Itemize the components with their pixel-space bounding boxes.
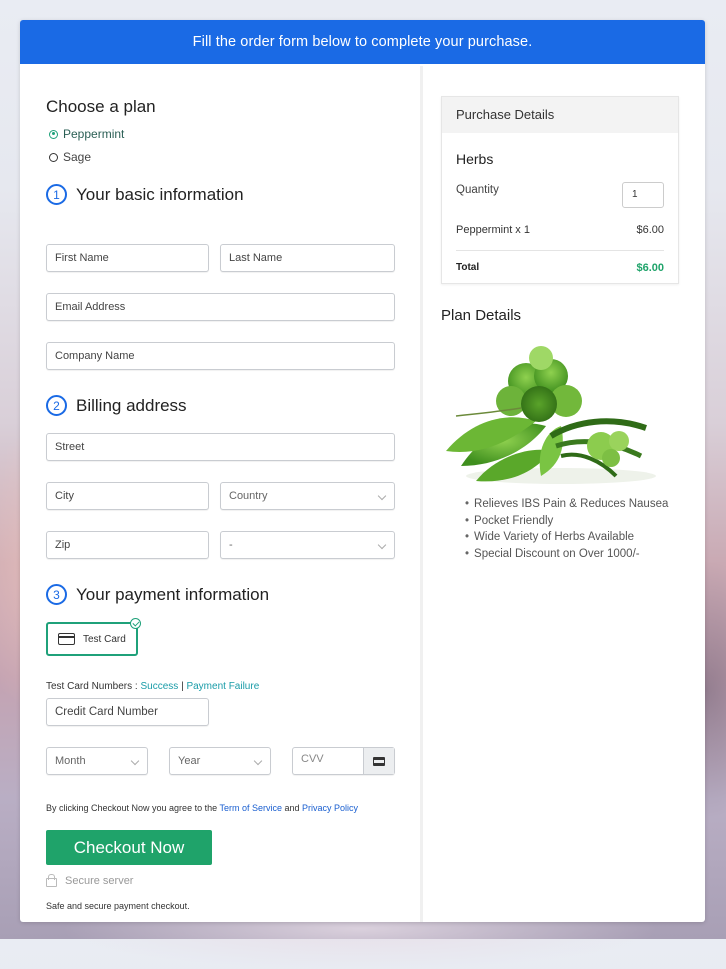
radio-selected-icon — [49, 129, 58, 139]
product-name: Herbs — [456, 151, 494, 167]
purchase-details-heading: Purchase Details — [442, 97, 678, 133]
city-input[interactable]: City — [46, 482, 209, 510]
secure-server-note: Secure server — [46, 874, 134, 887]
step-number-icon: 2 — [46, 395, 67, 416]
safe-checkout-text: Safe and secure payment checkout. — [46, 901, 190, 911]
credit-card-icon — [58, 633, 75, 645]
agreement-prefix: By clicking Checkout Now you agree to th… — [46, 803, 218, 813]
zip-input[interactable]: Zip — [46, 531, 209, 559]
company-name-input[interactable]: Company Name — [46, 342, 395, 370]
plan-feature: Special Discount on Over 1000/- — [465, 546, 668, 563]
test-card-numbers: Test Card Numbers : Success | Payment Fa… — [46, 681, 259, 692]
payment-failure-link[interactable]: Payment Failure — [186, 681, 259, 692]
quantity-input[interactable]: 1 — [622, 182, 664, 208]
chevron-down-icon — [253, 756, 263, 766]
section-title: Your basic information — [76, 184, 244, 204]
plan-option-label: Peppermint — [63, 127, 125, 141]
test-card-numbers-label: Test Card Numbers : — [46, 681, 138, 692]
payment-method-test-card[interactable]: Test Card — [46, 618, 141, 656]
section-title: Your payment information — [76, 584, 270, 604]
cvv-card-icon — [363, 748, 394, 774]
payment-info-heading: 3 Your payment information — [46, 584, 269, 605]
total-amount: $6.00 — [636, 262, 664, 274]
step-number-icon: 3 — [46, 584, 67, 605]
state-select[interactable]: - — [220, 531, 395, 559]
month-select[interactable]: Month — [46, 747, 148, 775]
plan-feature: Pocket Friendly — [465, 513, 668, 530]
plan-option-peppermint[interactable]: Peppermint — [49, 127, 124, 141]
plan-features-list: Relieves IBS Pain & Reduces Nausea Pocke… — [465, 496, 668, 562]
chevron-down-icon — [377, 540, 387, 550]
cvv-input[interactable]: CVV — [292, 747, 395, 775]
terms-of-service-link[interactable]: Term of Service — [219, 803, 282, 813]
herbs-image — [446, 346, 656, 484]
section-title: Billing address — [76, 395, 187, 415]
chevron-down-icon — [377, 491, 387, 501]
cvv-placeholder: CVV — [301, 753, 324, 765]
total-row: Total $6.00 — [456, 262, 664, 274]
state-select-value: - — [229, 539, 233, 551]
payment-method-label: Test Card — [83, 633, 126, 645]
agreement-and: and — [284, 803, 300, 813]
column-divider — [420, 66, 423, 922]
privacy-policy-link[interactable]: Privacy Policy — [302, 803, 358, 813]
success-link[interactable]: Success — [140, 681, 178, 692]
email-input[interactable]: Email Address — [46, 293, 395, 321]
first-name-input[interactable]: First Name — [46, 244, 209, 272]
last-name-input[interactable]: Last Name — [220, 244, 395, 272]
credit-card-number-input[interactable]: Credit Card Number — [46, 698, 209, 726]
quantity-label: Quantity — [456, 184, 499, 196]
plan-option-sage[interactable]: Sage — [49, 150, 91, 164]
summary-divider — [456, 250, 664, 251]
billing-address-heading: 2 Billing address — [46, 395, 187, 416]
secure-server-label: Secure server — [65, 875, 134, 887]
choose-plan-heading: Choose a plan — [46, 97, 156, 116]
plan-option-label: Sage — [63, 150, 92, 164]
year-select[interactable]: Year — [169, 747, 271, 775]
plan-feature: Relieves IBS Pain & Reduces Nausea — [465, 496, 668, 513]
year-select-value: Year — [178, 755, 201, 767]
month-select-value: Month — [55, 755, 86, 767]
agreement-text: By clicking Checkout Now you agree to th… — [46, 803, 358, 813]
plan-details-heading: Plan Details — [441, 307, 522, 324]
form-banner: Fill the order form below to complete yo… — [20, 20, 705, 64]
line-item-price: $6.00 — [636, 224, 664, 236]
basic-info-heading: 1 Your basic information — [46, 184, 244, 205]
checkmark-icon — [130, 618, 141, 629]
radio-unselected-icon — [49, 152, 58, 162]
lock-icon — [46, 874, 57, 887]
line-item-name: Peppermint x 1 — [456, 224, 530, 236]
checkout-now-button[interactable]: Checkout Now — [46, 830, 212, 865]
total-label: Total — [456, 262, 480, 273]
step-number-icon: 1 — [46, 184, 67, 205]
purchase-details-panel: Purchase Details Herbs Quantity 1 Pepper… — [441, 96, 679, 284]
link-separator: | — [181, 681, 184, 692]
street-input[interactable]: Street — [46, 433, 395, 461]
country-select[interactable]: Country — [220, 482, 395, 510]
order-form-card: Fill the order form below to complete yo… — [20, 20, 705, 922]
plan-feature: Wide Variety of Herbs Available — [465, 529, 668, 546]
line-item: Peppermint x 1 $6.00 — [456, 224, 664, 236]
chevron-down-icon — [130, 756, 140, 766]
country-select-value: Country — [229, 490, 268, 502]
